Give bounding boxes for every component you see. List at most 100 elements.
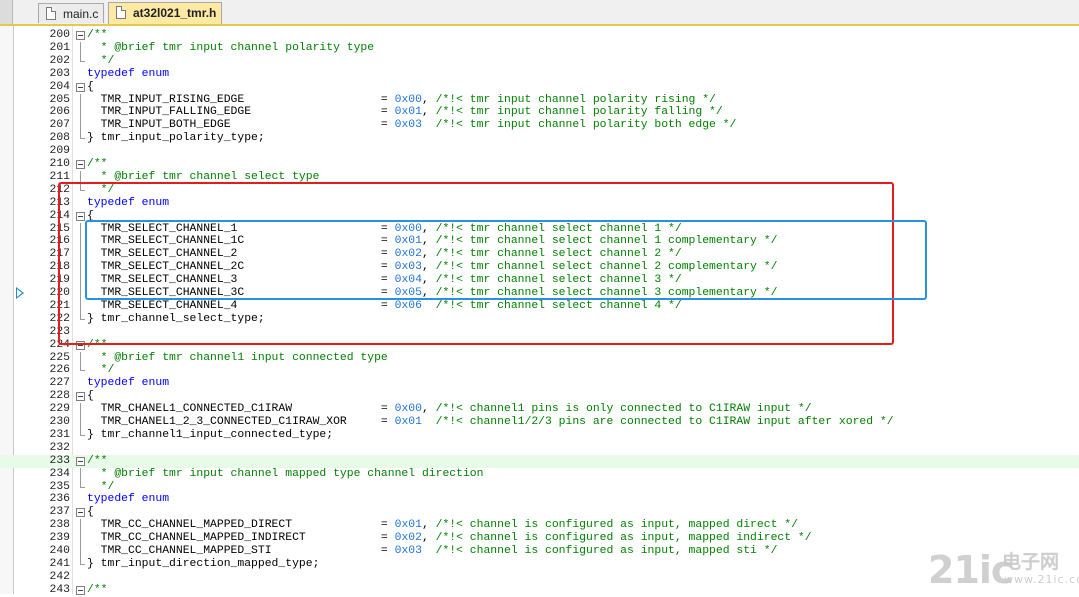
code-line[interactable]: 228 { <box>0 390 1079 403</box>
line-number: 238 <box>49 519 70 532</box>
code-line[interactable]: 238 TMR_CC_CHANNEL_MAPPED_DIRECT = 0x01,… <box>0 519 1079 533</box>
comment-token: /*!< channel is configured as input, map… <box>435 519 798 532</box>
code-line[interactable]: 207 TMR_INPUT_BOTH_EDGE = 0x03 /*!< tmr … <box>0 119 1079 133</box>
fold-guide <box>75 119 86 133</box>
number-token: 0x01 <box>394 106 422 119</box>
code-line[interactable]: 200 /** <box>0 29 1079 42</box>
file-icon <box>116 6 126 19</box>
code-line[interactable]: 201 * @brief tmr input channel polarity … <box>0 41 1079 55</box>
fold-collapse-icon[interactable] <box>75 455 86 468</box>
fold-guide <box>75 145 86 158</box>
number-token: 0x00 <box>394 93 422 106</box>
code-token: } tmr_channel1_input_connected_type; <box>87 428 334 441</box>
line-number: 206 <box>49 106 70 119</box>
code-token: TMR_CC_CHANNEL_MAPPED_DIRECT = <box>87 519 395 532</box>
code-line[interactable]: 235 */ <box>0 480 1079 494</box>
code-line[interactable]: 209 <box>0 145 1079 158</box>
code-line[interactable]: 240 TMR_CC_CHANNEL_MAPPED_STI = 0x03 /*!… <box>0 545 1079 558</box>
line-number: 210 <box>49 158 70 170</box>
code-line[interactable]: 206 TMR_INPUT_FALLING_EDGE = 0x01, /*!< … <box>0 106 1079 120</box>
tab-main-c[interactable]: main.c <box>38 3 104 23</box>
code-token: } tmr_input_polarity_type; <box>87 132 265 145</box>
code-line[interactable]: 202 */ <box>0 54 1079 68</box>
comment-token: /** <box>87 454 108 467</box>
code-line[interactable]: 227 typedef enum <box>0 377 1079 390</box>
line-number: 208 <box>49 132 70 145</box>
fold-guide <box>75 364 86 377</box>
code-token: { <box>87 80 94 93</box>
file-icon <box>46 7 56 20</box>
number-token: 0x00 <box>394 403 422 416</box>
fold-collapse-icon[interactable] <box>75 506 86 519</box>
code-text: TMR_INPUT_FALLING_EDGE = 0x01, /*!< tmr … <box>87 106 723 119</box>
comment-token: /** <box>87 158 108 170</box>
fold-guide <box>75 557 86 571</box>
line-number: 230 <box>49 416 70 428</box>
fold-guide <box>75 467 86 481</box>
number-token: 0x01 <box>394 416 422 428</box>
code-line[interactable]: 233 /** <box>0 454 1079 468</box>
fold-guide <box>75 428 86 442</box>
code-line[interactable]: 204 { <box>0 81 1079 94</box>
line-number: 243 <box>49 583 70 596</box>
comment-token: * @brief tmr input channel mapped type c… <box>87 467 484 480</box>
code-line[interactable]: 241} tmr_input_direction_mapped_type; <box>0 557 1079 571</box>
code-line[interactable]: 237 { <box>0 506 1079 519</box>
code-line[interactable]: 226 */ <box>0 364 1079 377</box>
code-text: { <box>87 81 94 94</box>
fold-guide <box>75 480 86 494</box>
line-number: 240 <box>49 545 70 557</box>
number-token: 0x02 <box>394 532 422 545</box>
code-line[interactable]: 203 typedef enum <box>0 68 1079 81</box>
code-text: } tmr_input_polarity_type; <box>87 132 265 145</box>
tab-at32l021-tmr-h[interactable]: at32l021_tmr.h <box>108 2 222 24</box>
comment-token: * @brief tmr input channel polarity type <box>87 41 375 54</box>
fold-collapse-icon[interactable] <box>75 584 86 597</box>
code-line[interactable]: 210 /** <box>0 158 1079 171</box>
line-number: 209 <box>49 145 70 158</box>
code-text: /** <box>87 29 108 42</box>
code-text: typedef enum <box>87 68 169 81</box>
fold-guide <box>75 377 86 390</box>
code-line[interactable]: 242 <box>0 571 1079 584</box>
watermark: 21ic 电子网 www.21ic.com <box>928 548 1079 592</box>
fold-guide <box>75 571 86 584</box>
fold-collapse-icon[interactable] <box>75 81 86 94</box>
fold-guide <box>75 106 86 120</box>
fold-collapse-icon[interactable] <box>75 158 86 171</box>
fold-collapse-icon[interactable] <box>75 390 86 403</box>
code-token: TMR_CC_CHANNEL_MAPPED_INDIRECT = <box>87 532 395 545</box>
comment-token: /*!< channel is configured as input, map… <box>435 545 778 557</box>
line-number: 226 <box>49 364 70 377</box>
code-text: * @brief tmr input channel polarity type <box>87 42 374 55</box>
code-line[interactable]: 239 TMR_CC_CHANNEL_MAPPED_INDIRECT = 0x0… <box>0 532 1079 546</box>
code-line[interactable]: 234 * @brief tmr input channel mapped ty… <box>0 467 1079 481</box>
code-line[interactable]: 243 /** <box>0 584 1079 597</box>
code-token: , <box>421 93 436 106</box>
line-number: 204 <box>49 80 70 93</box>
code-line[interactable]: 225 * @brief tmr channel1 input connecte… <box>0 351 1079 365</box>
fold-guide <box>75 532 86 546</box>
code-line[interactable]: 208 } tmr_input_polarity_type; <box>0 132 1079 145</box>
current-line-arrow-icon <box>16 287 24 299</box>
code-line[interactable]: 232 <box>0 442 1079 455</box>
code-line[interactable]: 230 TMR_CHANEL1_2_3_CONNECTED_C1IRAW_XOR… <box>0 416 1079 429</box>
code-text: TMR_CC_CHANNEL_MAPPED_DIRECT = 0x01, /*!… <box>87 519 798 532</box>
code-line[interactable]: 229 TMR_CHANEL1_CONNECTED_C1IRAW = 0x00,… <box>0 403 1079 417</box>
line-number: 201 <box>49 41 70 54</box>
fold-guide <box>75 416 86 429</box>
code-text: TMR_CHANEL1_2_3_CONNECTED_C1IRAW_XOR = 0… <box>87 416 894 429</box>
code-token: { <box>87 390 94 403</box>
watermark-logo: 21ic <box>928 548 1013 592</box>
code-line[interactable]: 231 } tmr_channel1_input_connected_type; <box>0 428 1079 442</box>
code-line[interactable]: 205 TMR_INPUT_RISING_EDGE = 0x00, /*!< t… <box>0 93 1079 107</box>
code-line[interactable]: 236 typedef enum <box>0 493 1079 506</box>
fold-guide <box>75 41 86 55</box>
fold-collapse-icon[interactable] <box>75 29 86 42</box>
code-token: } tmr_input_direction_mapped_type; <box>87 557 320 570</box>
code-text: /** <box>87 584 108 597</box>
line-number: 231 <box>49 428 70 441</box>
fold-guide <box>75 519 86 533</box>
code-text: typedef enum <box>87 493 169 506</box>
